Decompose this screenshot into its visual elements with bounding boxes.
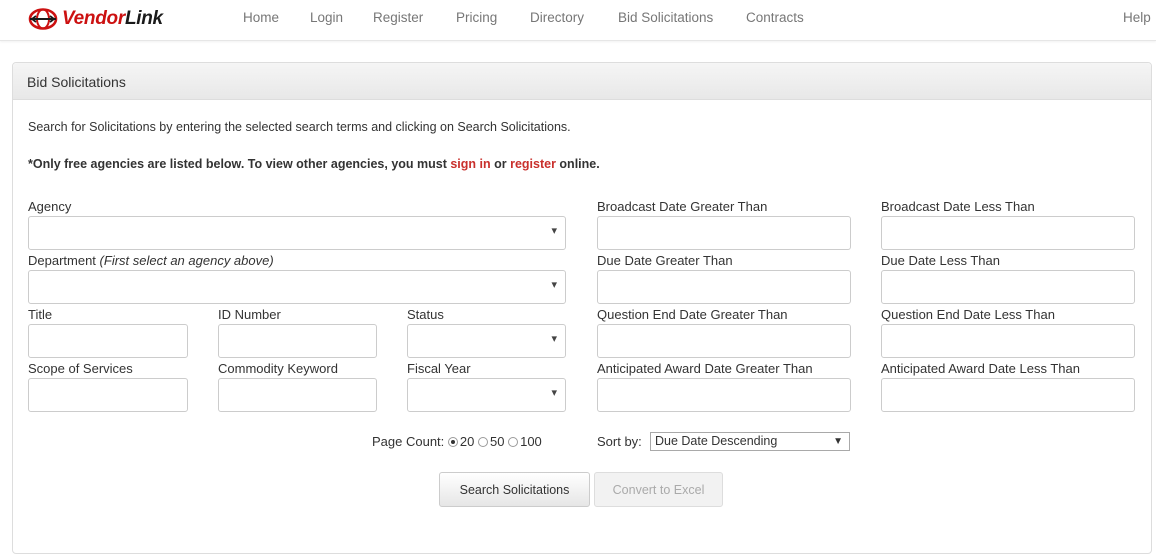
award-lt-label: Anticipated Award Date Less Than (881, 361, 1080, 376)
scope-label: Scope of Services (28, 361, 133, 376)
panel-title: Bid Solicitations (27, 74, 126, 90)
nav-contracts[interactable]: Contracts (746, 9, 804, 27)
sign-in-link[interactable]: sign in (450, 157, 490, 171)
commodity-label: Commodity Keyword (218, 361, 338, 376)
nav-pricing[interactable]: Pricing (456, 9, 497, 27)
panel-header (13, 63, 1151, 100)
title-input[interactable] (28, 324, 188, 358)
page-count-20[interactable]: 20 (447, 434, 474, 449)
due-gt-input[interactable] (597, 270, 851, 304)
broadcast-gt-input[interactable] (597, 216, 851, 250)
register-link[interactable]: register (510, 157, 556, 171)
nav-directory[interactable]: Directory (530, 9, 584, 27)
nav-register[interactable]: Register (373, 9, 423, 27)
sort-select[interactable]: Due Date Descending ▼ (650, 432, 850, 451)
due-gt-label: Due Date Greater Than (597, 253, 733, 268)
vendorlink-globe-icon (28, 8, 58, 30)
award-gt-input[interactable] (597, 378, 851, 412)
broadcast-lt-label: Broadcast Date Less Than (881, 199, 1035, 214)
chevron-down-icon: ▼ (833, 436, 843, 447)
department-select[interactable] (28, 270, 566, 304)
question-gt-label: Question End Date Greater Than (597, 307, 788, 322)
id-number-input[interactable] (218, 324, 377, 358)
commodity-input[interactable] (218, 378, 377, 412)
nav-login[interactable]: Login (310, 9, 343, 27)
due-lt-input[interactable] (881, 270, 1135, 304)
question-lt-label: Question End Date Less Than (881, 307, 1055, 322)
convert-to-excel-button[interactable]: Convert to Excel (594, 472, 723, 507)
vendorlink-logo[interactable]: VendorLink (28, 8, 163, 30)
award-lt-input[interactable] (881, 378, 1135, 412)
status-select[interactable] (407, 324, 566, 358)
nav-help[interactable]: Help (1123, 9, 1151, 27)
sort-label: Sort by: (597, 434, 642, 449)
page-count-group: Page Count: 20 50 100 (372, 434, 542, 449)
top-navbar: VendorLink Home Login Register Pricing D… (0, 0, 1156, 41)
broadcast-gt-label: Broadcast Date Greater Than (597, 199, 768, 214)
nav-home[interactable]: Home (243, 9, 279, 27)
status-label: Status (407, 307, 444, 322)
radio-20-icon[interactable] (447, 437, 458, 447)
fiscal-year-select[interactable] (407, 378, 566, 412)
search-solicitations-button[interactable]: Search Solicitations (439, 472, 590, 507)
fiscal-year-label: Fiscal Year (407, 361, 471, 376)
page-count-50[interactable]: 50 (478, 434, 504, 449)
radio-50-icon[interactable] (478, 437, 488, 447)
radio-100-icon[interactable] (508, 437, 519, 447)
page-count-label: Page Count: (372, 434, 445, 449)
award-gt-label: Anticipated Award Date Greater Than (597, 361, 813, 376)
page-count-100[interactable]: 100 (508, 434, 542, 449)
scope-input[interactable] (28, 378, 188, 412)
intro-text: Search for Solicitations by entering the… (28, 120, 571, 134)
id-number-label: ID Number (218, 307, 281, 322)
broadcast-lt-input[interactable] (881, 216, 1135, 250)
title-label: Title (28, 307, 53, 322)
agency-select[interactable] (28, 216, 566, 250)
nav-bid-solicitations[interactable]: Bid Solicitations (618, 9, 713, 27)
free-agencies-notice: *Only free agencies are listed below. To… (28, 157, 600, 171)
due-lt-label: Due Date Less Than (881, 253, 1000, 268)
department-label: Department (First select an agency above… (28, 253, 274, 268)
question-lt-input[interactable] (881, 324, 1135, 358)
question-gt-input[interactable] (597, 324, 851, 358)
agency-label: Agency (28, 199, 72, 214)
